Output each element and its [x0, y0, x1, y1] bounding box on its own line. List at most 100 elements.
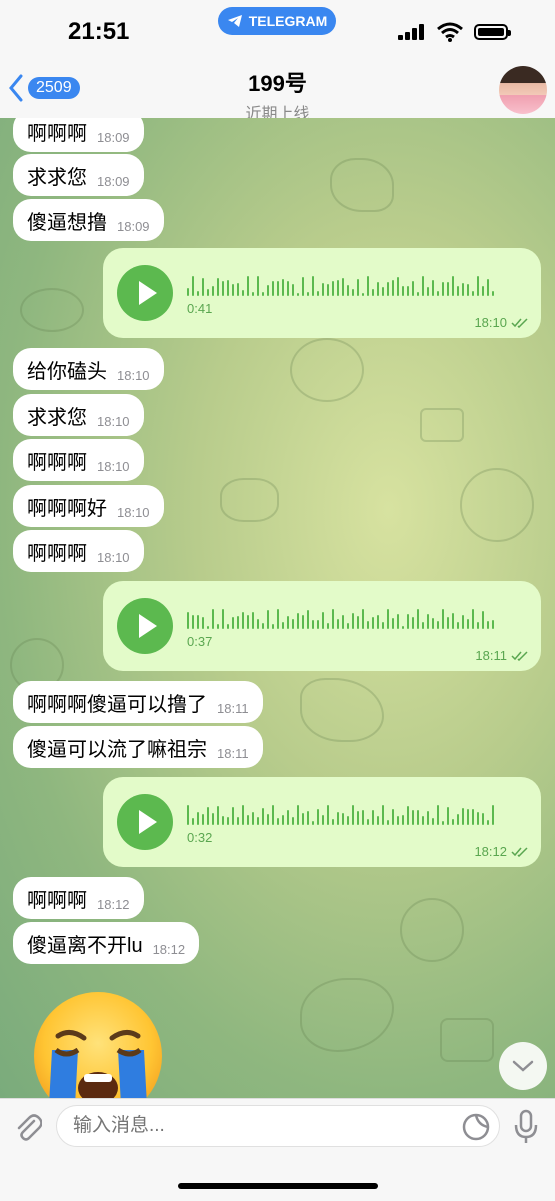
- scroll-down-button[interactable]: [499, 1042, 547, 1090]
- waveform-bar: [272, 623, 274, 629]
- waveform-bar: [207, 625, 209, 629]
- incoming-message[interactable]: 啊啊啊 18:09: [13, 118, 144, 152]
- waveform-bar: [397, 815, 399, 825]
- play-button[interactable]: [117, 598, 173, 654]
- incoming-message[interactable]: 啊啊啊傻逼可以撸了 18:11: [13, 681, 263, 723]
- double-check-icon: [511, 650, 528, 661]
- loudly-crying-face-emoji[interactable]: [30, 988, 166, 1098]
- waveform-bar: [467, 283, 469, 296]
- waveform-bar: [217, 624, 219, 629]
- message-text: 啊啊啊: [27, 122, 87, 145]
- waveform-bar: [237, 615, 239, 629]
- waveform-bar: [227, 279, 229, 296]
- waveform-bar: [252, 291, 254, 296]
- waveform-bar: [302, 614, 304, 629]
- waveform-bar: [377, 615, 379, 629]
- waveform-bar: [332, 609, 334, 629]
- waveform-bar: [462, 807, 464, 825]
- waveform-bar: [247, 276, 249, 296]
- doodle-decoration: [330, 158, 394, 212]
- waveform-bar: [317, 291, 319, 296]
- incoming-message[interactable]: 啊啊啊 18:10: [13, 530, 144, 572]
- waveform-bar: [457, 286, 459, 296]
- waveform-bar: [302, 276, 304, 296]
- waveform-bar: [317, 620, 319, 629]
- attach-icon[interactable]: [14, 1111, 42, 1143]
- waveform-bar: [292, 284, 294, 296]
- incoming-message[interactable]: 求求您 18:09: [13, 154, 144, 196]
- waveform-bar: [322, 814, 324, 825]
- message-time: 18:10: [97, 549, 130, 565]
- waveform-bar: [432, 618, 434, 629]
- outgoing-voice-message[interactable]: 0:32 18:12: [103, 777, 541, 867]
- outgoing-voice-message[interactable]: 0:37 18:11: [103, 581, 541, 671]
- waveform-bar: [342, 614, 344, 629]
- waveform-bar: [197, 614, 199, 629]
- waveform-bar: [382, 805, 384, 825]
- message-time: 18:10: [117, 504, 150, 520]
- incoming-message[interactable]: 给你磕头 18:10: [13, 348, 164, 390]
- waveform-bar: [242, 290, 244, 296]
- message-time: 18:10: [117, 367, 150, 383]
- waveform-bar: [352, 289, 354, 296]
- incoming-message[interactable]: 求求您 18:10: [13, 394, 144, 436]
- waveform-bar: [222, 816, 224, 825]
- waveform-bar: [367, 819, 369, 825]
- waveform-bar: [427, 287, 429, 296]
- incoming-message[interactable]: 啊啊啊 18:12: [13, 877, 144, 919]
- waveform-bar: [437, 805, 439, 825]
- waveform-bar: [392, 617, 394, 629]
- microphone-icon[interactable]: [512, 1109, 540, 1145]
- message-meta: 18:10: [474, 315, 529, 330]
- play-button[interactable]: [117, 794, 173, 850]
- waveform-bar: [457, 621, 459, 629]
- waveform-bar: [417, 291, 419, 296]
- waveform-bar: [267, 609, 269, 629]
- waveform-bar: [257, 817, 259, 825]
- waveform-bar: [437, 621, 439, 629]
- message-time: 18:11: [475, 648, 507, 663]
- waveform-bar: [362, 609, 364, 629]
- waveform-bar: [472, 609, 474, 629]
- incoming-message[interactable]: 傻逼离不开lu 18:12: [13, 922, 200, 964]
- waveform-bar: [272, 280, 274, 296]
- incoming-message[interactable]: 啊啊啊好 18:10: [13, 485, 164, 527]
- telegram-icon: [227, 15, 242, 27]
- waveform-bar: [462, 615, 464, 629]
- message-time: 18:12: [474, 844, 507, 859]
- incoming-message[interactable]: 傻逼可以流了嘛祖宗 18:11: [13, 726, 263, 768]
- status-time: 21:51: [68, 18, 130, 45]
- avatar[interactable]: [499, 66, 547, 114]
- waveform-bar: [227, 817, 229, 825]
- waveform-bar: [292, 619, 294, 629]
- telegram-pill[interactable]: TELEGRAM: [218, 7, 336, 35]
- doodle-decoration: [460, 468, 534, 542]
- waveform-bar: [452, 276, 454, 296]
- waveform-bar: [447, 806, 449, 825]
- message-input[interactable]: [56, 1105, 500, 1147]
- doodle-decoration: [420, 408, 464, 442]
- message-meta: 18:12: [474, 844, 529, 859]
- waveform-bar: [277, 281, 279, 296]
- waveform-bar: [217, 278, 219, 296]
- doodle-decoration: [290, 338, 364, 402]
- waveform-bar: [217, 806, 219, 825]
- waveform-bar: [427, 614, 429, 629]
- incoming-message[interactable]: 啊啊啊 18:10: [13, 439, 144, 481]
- chat-background: 啊啊啊 18:09 求求您 18:09 傻逼想撸 18:09 0:41 18:1…: [0, 118, 555, 1098]
- sticker-icon[interactable]: [462, 1113, 490, 1141]
- waveform-bar: [187, 288, 189, 296]
- incoming-message[interactable]: 傻逼想撸 18:09: [13, 199, 164, 241]
- waveform-bar: [207, 289, 209, 296]
- waveform-bar: [402, 625, 404, 629]
- waveform-bar: [247, 815, 249, 825]
- waveform-bar: [477, 812, 479, 825]
- outgoing-voice-message[interactable]: 0:41 18:10: [103, 248, 541, 338]
- waveform-bar: [417, 809, 419, 825]
- waveform-bar: [372, 289, 374, 296]
- waveform-bar: [267, 813, 269, 825]
- chat-title-block[interactable]: 199号 近期上线: [0, 66, 555, 124]
- waveform-bar: [327, 283, 329, 296]
- play-button[interactable]: [117, 265, 173, 321]
- waveform-bar: [327, 623, 329, 629]
